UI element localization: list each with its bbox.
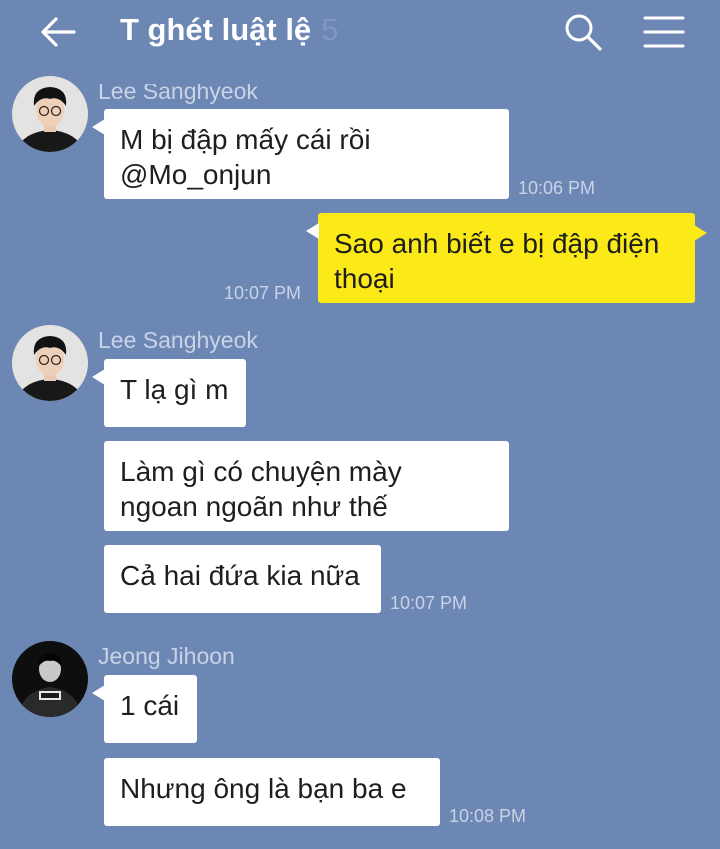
- chat-title: T ghét luật lệ 5: [120, 12, 338, 48]
- sender-name: Lee Sanghyeok: [98, 78, 258, 104]
- message-bubble[interactable]: Làm gì có chuyện mày ngoan ngoãn như thế: [104, 441, 509, 531]
- message-time: 10:07 PM: [390, 593, 468, 613]
- message-bubble[interactable]: Nhưng ông là bạn ba e: [104, 758, 440, 826]
- sender-name: Jeong Jihoon: [98, 643, 235, 669]
- message-text: Sao anh biết e bị đập điện thoại: [334, 228, 660, 294]
- avatar-lee-sanghyeok[interactable]: [12, 325, 88, 401]
- message-text: 1 cái: [120, 690, 180, 721]
- chat-title-text: T ghét luật lệ: [120, 12, 312, 47]
- message-time: 10:07 PM: [224, 283, 302, 303]
- message-bubble[interactable]: 1 cái: [92, 675, 197, 743]
- message-bubble[interactable]: Cả hai đứa kia nữa: [104, 545, 381, 613]
- back-arrow-icon[interactable]: [38, 12, 80, 52]
- message-time: 10:06 PM: [518, 178, 596, 198]
- chat-header: T ghét luật lệ 5: [0, 0, 720, 62]
- message-text: T lạ gì m: [120, 374, 229, 405]
- message-time: 10:08 PM: [449, 806, 527, 826]
- menu-icon[interactable]: [640, 12, 688, 52]
- search-icon[interactable]: [562, 12, 604, 52]
- message-bubble[interactable]: M bị đập mấy cái rồi @Mo_onjun: [92, 109, 509, 199]
- avatar-lee-sanghyeok[interactable]: [12, 76, 88, 152]
- member-count: 5: [321, 12, 339, 47]
- message-text: Làm gì có chuyện mày ngoan ngoãn như thế: [120, 456, 402, 522]
- message-text: M bị đập mấy cái rồi @Mo_onjun: [120, 124, 371, 190]
- message-text: Cả hai đứa kia nữa: [120, 560, 360, 591]
- avatar-jeong-jihoon[interactable]: [12, 641, 88, 717]
- sender-name: Lee Sanghyeok: [98, 327, 258, 353]
- message-bubble[interactable]: T lạ gì m: [92, 359, 246, 427]
- message-text: Nhưng ông là bạn ba e: [120, 773, 407, 804]
- outgoing-message-bubble[interactable]: Sao anh biết e bị đập điện thoại: [306, 213, 707, 303]
